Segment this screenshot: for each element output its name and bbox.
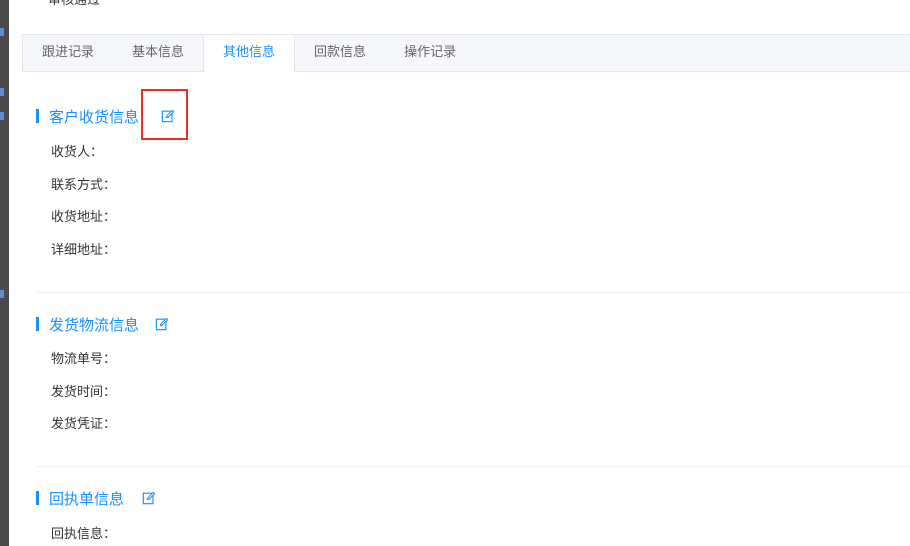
status-text: 审核通过: [48, 0, 101, 8]
field-address: 收货地址：: [51, 210, 117, 225]
frame-mark: [0, 112, 4, 120]
section-header: 回执单信息: [36, 486, 910, 510]
field-detail-address: 详细地址：: [51, 242, 117, 258]
section-divider: [36, 466, 910, 467]
field-ship-time: 发货时间：: [51, 384, 117, 400]
field-receipt-info: 回执信息：: [51, 527, 117, 542]
section-header: 发货物流信息: [36, 312, 910, 336]
section-receipt-info: 回执单信息: [36, 486, 910, 510]
background-frame-edge: [0, 0, 9, 546]
field-tracking-number: 物流单号：: [51, 352, 117, 367]
section-logistics-info: 发货物流信息: [36, 312, 910, 336]
section-accent-bar: [36, 317, 39, 331]
receipt-fields: 回执信息：: [36, 519, 910, 546]
section-accent-bar: [36, 109, 39, 123]
receiving-fields: 收货人： 联系方式： 收货地址： 详细地址：: [36, 137, 910, 267]
frame-mark: [0, 290, 4, 298]
tab-bar: 跟进记录 基本信息 其他信息 回款信息 操作记录: [22, 34, 910, 72]
edit-logistics-button[interactable]: [153, 315, 171, 333]
field-contact: 联系方式：: [51, 177, 117, 193]
tab-operation-log[interactable]: 操作记录: [385, 35, 475, 72]
tab-basic-info[interactable]: 基本信息: [113, 35, 203, 72]
section-title: 发货物流信息: [49, 315, 140, 334]
logistics-fields: 物流单号： 发货时间： 发货凭证：: [36, 344, 910, 442]
section-title: 回执单信息: [49, 489, 125, 508]
tab-other-info[interactable]: 其他信息: [203, 34, 296, 72]
frame-mark: [0, 88, 4, 96]
tab-payment-info[interactable]: 回款信息: [295, 35, 385, 72]
field-ship-voucher: 发货凭证：: [51, 417, 117, 432]
highlight-box: [141, 89, 188, 140]
tab-follow-up[interactable]: 跟进记录: [23, 35, 113, 72]
section-title: 客户收货信息: [49, 107, 140, 126]
section-accent-bar: [36, 491, 39, 505]
edit-icon: [155, 317, 169, 331]
section-divider: [36, 292, 910, 293]
edit-receipt-button[interactable]: [140, 489, 158, 507]
frame-mark: [0, 28, 4, 36]
field-receiver: 收货人：: [51, 145, 104, 160]
edit-icon: [142, 491, 156, 505]
